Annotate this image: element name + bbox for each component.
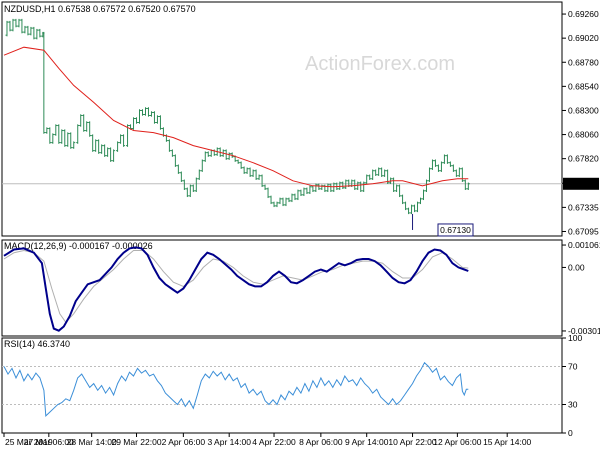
x-tick-label: 29 Mar 22:00 [111,437,161,447]
rsi-line [3,361,469,417]
y-tick-label: 0.00 [568,262,585,272]
y-tick-label: 0.67095 [568,226,599,236]
price-panel-title: NZDUSD,H1 0.67538 0.67572 0.67520 0.6757… [4,4,196,14]
y-tick-label: 0.69260 [568,9,599,19]
rsi-panel-title: RSI(14) 46.3740 [4,339,70,349]
low-marker-label: 0.67130 [440,225,471,235]
current-price-label: 0.67570 [566,179,597,189]
x-tick-label: 12 Apr 06:00 [433,437,481,447]
y-tick-label: 0.68300 [568,105,599,115]
panel-frame [1,337,563,434]
x-tick-label: 2 Apr 06:00 [162,437,206,447]
macd-signal-line [3,249,469,324]
panel-frame [1,1,563,237]
y-tick-label: 30 [568,400,578,410]
x-tick-label: 28 Mar 14:00 [67,437,117,447]
y-tick-label: 0.67820 [568,154,599,164]
macd-line [3,246,469,332]
y-tick-label: 0.67335 [568,202,599,212]
y-tick-label: 0 [568,428,573,438]
y-tick-label: 0.69020 [568,33,599,43]
y-tick-label: 0.001061 [568,240,600,250]
y-tick-label: 70 [568,362,578,372]
x-tick-label: 9 Apr 14:00 [345,437,389,447]
y-tick-label: 0.68780 [568,57,599,67]
y-tick-label: 0.68060 [568,130,599,140]
x-tick-label: 3 Apr 14:00 [207,437,251,447]
y-tick-label: 0.68540 [568,81,599,91]
y-tick-label: 100 [568,333,582,343]
chart-stage: ActionForex.com NZDUSD,H1 0.67538 0.6757… [0,0,600,450]
x-tick-label: 15 Apr 14:00 [483,437,531,447]
chart-svg: ActionForex.com NZDUSD,H1 0.67538 0.6757… [1,1,600,447]
x-tick-label: 8 Apr 06:00 [299,437,343,447]
x-tick-label: 10 Apr 22:00 [388,437,436,447]
x-tick-label: 4 Apr 22:00 [252,437,296,447]
watermark: ActionForex.com [305,53,455,75]
